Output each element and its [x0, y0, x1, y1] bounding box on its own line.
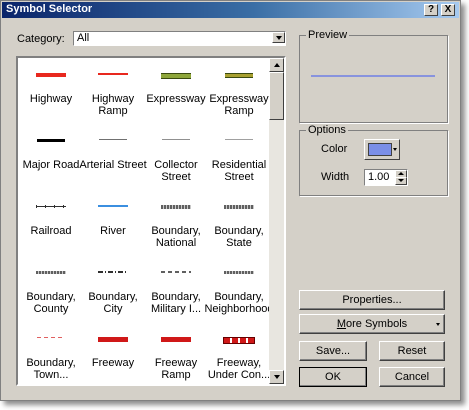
help-button[interactable]: ?	[424, 4, 438, 16]
reset-button[interactable]: Reset	[379, 341, 445, 361]
symbol-item[interactable]: Railroad	[20, 189, 82, 251]
symbol-item[interactable]: Highway Ramp	[82, 58, 144, 119]
symbol-item[interactable]: Major Road	[20, 123, 82, 185]
symbol-item[interactable]: Freeway Ramp	[145, 321, 207, 383]
close-button[interactable]: X	[441, 4, 455, 16]
symbol-name: Highway	[29, 93, 73, 105]
symbol-swatch	[161, 205, 191, 209]
symbol-name: Railroad	[30, 225, 72, 237]
scroll-down-button[interactable]	[269, 370, 284, 384]
preview-canvas	[311, 75, 435, 77]
symbol-name: Freeway	[91, 357, 135, 369]
symbol-item[interactable]: Boundary, City	[82, 255, 144, 317]
symbol-swatch	[36, 205, 66, 208]
symbol-item[interactable]: River	[82, 189, 144, 251]
symbol-name: Highway Ramp	[91, 93, 135, 117]
category-label: Category:	[17, 33, 65, 45]
symbol-swatch	[223, 337, 255, 344]
symbol-name: Boundary, County	[26, 291, 76, 315]
symbol-name: Collector Street	[154, 159, 198, 183]
chevron-down-icon	[436, 323, 440, 326]
options-label: Options	[306, 124, 348, 136]
symbol-item[interactable]: Boundary, National	[145, 189, 207, 251]
symbol-swatch	[98, 73, 128, 75]
symbol-name: River	[100, 225, 126, 237]
symbol-swatch	[225, 139, 253, 140]
symbol-swatch	[224, 205, 254, 209]
symbol-list[interactable]: Highway Highway Ramp Expressway Expressway …	[16, 56, 286, 386]
scroll-thumb[interactable]	[269, 72, 284, 120]
symbol-selector-dialog: Symbol Selector ? X Category: All Highwa…	[0, 0, 461, 401]
symbol-name: Expressway	[146, 93, 206, 105]
width-label: Width	[321, 171, 350, 183]
symbol-item[interactable]: Highway	[20, 58, 82, 119]
cancel-button[interactable]: Cancel	[379, 367, 445, 387]
symbol-item[interactable]: Boundary, Neighborhood	[204, 255, 274, 317]
symbol-swatch	[161, 337, 191, 342]
symbol-swatch	[36, 73, 66, 77]
symbol-swatch	[161, 271, 191, 273]
color-picker-button[interactable]	[364, 139, 400, 160]
symbol-name: Freeway, Under Con...	[207, 357, 271, 381]
symbol-item[interactable]: Freeway, Under Con...	[208, 321, 270, 383]
symbol-swatch	[161, 73, 191, 79]
symbol-name: Major Road	[22, 159, 80, 171]
symbol-swatch	[99, 139, 127, 140]
symbol-name: Boundary, State	[214, 225, 264, 249]
symbol-name: Freeway Ramp	[154, 357, 198, 381]
width-value[interactable]: 1.00	[368, 171, 389, 183]
symbol-name: Boundary, Neighborhood	[204, 291, 274, 315]
symbol-item[interactable]: Residential Street	[208, 123, 270, 185]
symbol-swatch	[37, 139, 65, 142]
symbol-item[interactable]: Boundary, State	[208, 189, 270, 251]
symbol-swatch	[224, 271, 254, 274]
symbol-name: Boundary, City	[88, 291, 138, 315]
symbol-swatch	[98, 271, 128, 273]
symbol-item[interactable]: Arterial Street	[79, 123, 147, 185]
more-symbols-button[interactable]: More Symbols	[299, 314, 445, 334]
symbol-item[interactable]: Expressway	[145, 58, 207, 119]
symbol-item[interactable]: Collector Street	[145, 123, 207, 185]
save-button[interactable]: Save...	[299, 341, 367, 361]
color-label: Color	[321, 143, 348, 155]
symbol-swatch	[98, 337, 128, 342]
symbol-swatch	[162, 139, 190, 140]
scroll-up-button[interactable]	[269, 58, 284, 72]
properties-button[interactable]: Properties...	[299, 290, 445, 310]
symbol-name: Expressway Ramp	[209, 93, 269, 117]
symbol-item[interactable]: Expressway Ramp	[208, 58, 270, 119]
symbol-name: Residential Street	[211, 159, 267, 183]
chevron-down-icon	[393, 148, 397, 151]
category-value: All	[77, 32, 90, 44]
symbol-item[interactable]: Boundary, Town...	[20, 321, 82, 383]
more-symbols-label: More Symbols	[336, 318, 408, 330]
window-title: Symbol Selector	[6, 3, 93, 15]
width-decrease-button[interactable]	[395, 177, 407, 185]
chevron-down-icon[interactable]	[272, 32, 285, 43]
preview-label: Preview	[306, 29, 350, 41]
symbol-item[interactable]: Boundary, Military I...	[145, 255, 207, 317]
symbol-swatch	[98, 205, 128, 207]
color-swatch	[368, 143, 392, 156]
ok-button[interactable]: OK	[299, 367, 367, 387]
symbol-item[interactable]: Boundary, County	[20, 255, 82, 317]
symbol-name: Boundary, Town...	[26, 357, 76, 381]
symbol-swatch	[225, 73, 253, 78]
title-bar[interactable]: Symbol Selector ? X	[2, 2, 459, 18]
vertical-scrollbar[interactable]	[269, 58, 284, 384]
symbol-swatch	[36, 271, 66, 274]
symbol-name: Boundary, National	[151, 225, 201, 249]
symbol-name: Boundary, Military I...	[150, 291, 202, 315]
symbol-swatch	[37, 337, 65, 338]
symbol-name: Arterial Street	[79, 159, 147, 171]
symbol-item[interactable]: Freeway	[82, 321, 144, 383]
category-dropdown[interactable]: All	[73, 31, 286, 46]
width-stepper[interactable]: 1.00	[364, 169, 408, 186]
